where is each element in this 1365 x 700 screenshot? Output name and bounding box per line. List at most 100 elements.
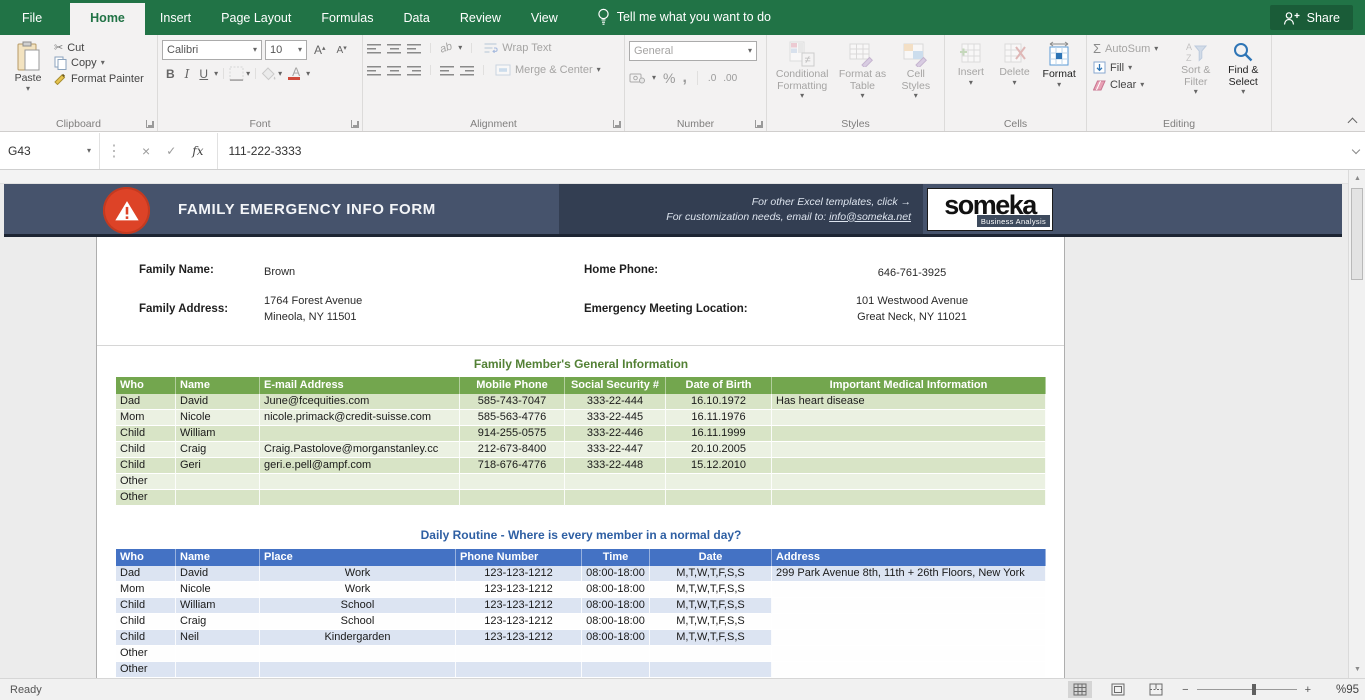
zoom-in-icon[interactable]: + (1305, 684, 1311, 696)
cell[interactable]: David (176, 394, 260, 410)
cell[interactable]: 333-22-448 (565, 458, 666, 474)
cell[interactable]: Neil (176, 630, 260, 646)
clear-button[interactable]: Clear ▾ (1091, 78, 1172, 92)
cell[interactable]: School (260, 598, 456, 614)
align-middle-icon[interactable] (387, 43, 401, 54)
cell[interactable] (460, 474, 565, 490)
format-cells-button[interactable]: Format ▾ (1036, 38, 1082, 115)
cell[interactable]: Mom (116, 410, 176, 426)
column-header-date[interactable]: Date (650, 549, 772, 566)
column-header-e-mail-address[interactable]: E-mail Address (260, 377, 460, 394)
cell[interactable]: 212-673-8400 (460, 442, 565, 458)
cell[interactable]: Dad (116, 566, 176, 582)
cell[interactable] (772, 410, 1046, 426)
percent-style-icon[interactable]: % (663, 70, 675, 86)
increase-decimal-icon[interactable]: .0 (708, 73, 716, 84)
tab-page-layout[interactable]: Page Layout (206, 2, 306, 35)
cell[interactable]: nicole.primack@credit-suisse.com (260, 410, 460, 426)
cell[interactable]: Craig (176, 614, 260, 630)
find-select-button[interactable]: Find & Select ▾ (1220, 38, 1268, 115)
cell[interactable]: 585-743-7047 (460, 394, 565, 410)
cell[interactable]: 123-123-1212 (456, 630, 582, 646)
cell[interactable] (772, 582, 1046, 598)
sort-filter-button[interactable]: AZ Sort & Filter ▾ (1172, 38, 1220, 115)
tab-data[interactable]: Data (388, 2, 444, 35)
cell[interactable]: 08:00-18:00 (582, 582, 650, 598)
scroll-down-icon[interactable]: ▼ (1349, 661, 1365, 678)
cell[interactable] (260, 490, 460, 506)
cell[interactable]: Mom (116, 582, 176, 598)
tab-insert[interactable]: Insert (145, 2, 206, 35)
cell[interactable]: Work (260, 566, 456, 582)
cell[interactable] (650, 662, 772, 678)
copy-button[interactable]: Copy ▾ (52, 55, 146, 71)
cell[interactable]: Craig (176, 442, 260, 458)
cell[interactable]: Child (116, 442, 176, 458)
font-color-caret-icon[interactable]: ▾ (306, 70, 310, 78)
cell[interactable]: 333-22-447 (565, 442, 666, 458)
decrease-decimal-icon[interactable]: .00 (723, 73, 737, 84)
family-address-value[interactable]: 1764 Forest Avenue Mineola, NY 11501 (264, 293, 362, 325)
cell[interactable] (176, 646, 260, 662)
zoom-slider[interactable]: − + (1182, 684, 1311, 696)
number-format-select[interactable]: General ▾ (629, 41, 757, 61)
comma-style-icon[interactable]: , (682, 69, 686, 87)
cell[interactable]: M,T,W,T,F,S,S (650, 566, 772, 582)
column-header-important-medical-information[interactable]: Important Medical Information (772, 377, 1046, 394)
cell[interactable]: 914-255-0575 (460, 426, 565, 442)
align-bottom-icon[interactable] (407, 43, 421, 54)
home-phone-value[interactable]: 646-761-3925 (787, 265, 1037, 281)
column-header-who[interactable]: Who (116, 549, 176, 566)
cell[interactable]: William (176, 426, 260, 442)
column-header-who[interactable]: Who (116, 377, 176, 394)
cell[interactable] (772, 442, 1046, 458)
align-left-icon[interactable] (367, 65, 381, 76)
tab-review[interactable]: Review (445, 2, 516, 35)
cell[interactable] (565, 490, 666, 506)
cell[interactable]: June@fcequities.com (260, 394, 460, 410)
cell[interactable]: David (176, 566, 260, 582)
column-header-phone-number[interactable]: Phone Number (456, 549, 582, 566)
cell[interactable]: Has heart disease (772, 394, 1046, 410)
formula-bar-handle[interactable]: ⋮ (100, 133, 128, 169)
insert-cells-button[interactable]: Insert ▾ (949, 38, 993, 115)
orientation-caret-icon[interactable]: ▾ (458, 44, 462, 52)
cell[interactable]: 16.10.1972 (666, 394, 772, 410)
borders-icon[interactable] (229, 66, 244, 81)
share-button[interactable]: Share (1270, 5, 1353, 30)
cell[interactable] (772, 598, 1046, 614)
expand-formula-bar-icon[interactable] (1347, 133, 1365, 169)
paste-button[interactable]: Paste ▾ (4, 38, 52, 115)
page-break-view-button[interactable] (1144, 681, 1168, 698)
promo-line-1[interactable]: For other Excel templates, click → (752, 196, 911, 208)
column-header-name[interactable]: Name (176, 549, 260, 566)
cell[interactable]: 08:00-18:00 (582, 598, 650, 614)
cell[interactable]: 123-123-1212 (456, 582, 582, 598)
cell[interactable] (666, 474, 772, 490)
cell[interactable]: M,T,W,T,F,S,S (650, 598, 772, 614)
cell[interactable]: Kindergarden (260, 630, 456, 646)
zoom-out-icon[interactable]: − (1182, 684, 1188, 696)
cell[interactable] (176, 662, 260, 678)
cell[interactable] (582, 662, 650, 678)
cell[interactable]: geri.e.pell@ampf.com (260, 458, 460, 474)
cell[interactable] (582, 646, 650, 662)
cell[interactable] (260, 646, 456, 662)
cell[interactable]: M,T,W,T,F,S,S (650, 582, 772, 598)
cell[interactable]: Geri (176, 458, 260, 474)
cell[interactable]: Child (116, 598, 176, 614)
cell[interactable] (565, 474, 666, 490)
number-dialog-launcher-icon[interactable] (755, 120, 763, 128)
cell[interactable] (176, 490, 260, 506)
insert-function-icon[interactable]: fx (192, 144, 203, 158)
column-header-social-security-[interactable]: Social Security # (565, 377, 666, 394)
cell[interactable]: 08:00-18:00 (582, 614, 650, 630)
cell[interactable]: 718-676-4776 (460, 458, 565, 474)
tab-view[interactable]: View (516, 2, 573, 35)
cell[interactable]: 123-123-1212 (456, 598, 582, 614)
grow-font-button[interactable]: A▴ (310, 43, 330, 57)
conditional-formatting-button[interactable]: ≠ Conditional Formatting ▾ (771, 38, 833, 115)
normal-view-button[interactable] (1068, 681, 1092, 698)
accounting-format-icon[interactable] (629, 72, 645, 84)
cell[interactable] (460, 490, 565, 506)
